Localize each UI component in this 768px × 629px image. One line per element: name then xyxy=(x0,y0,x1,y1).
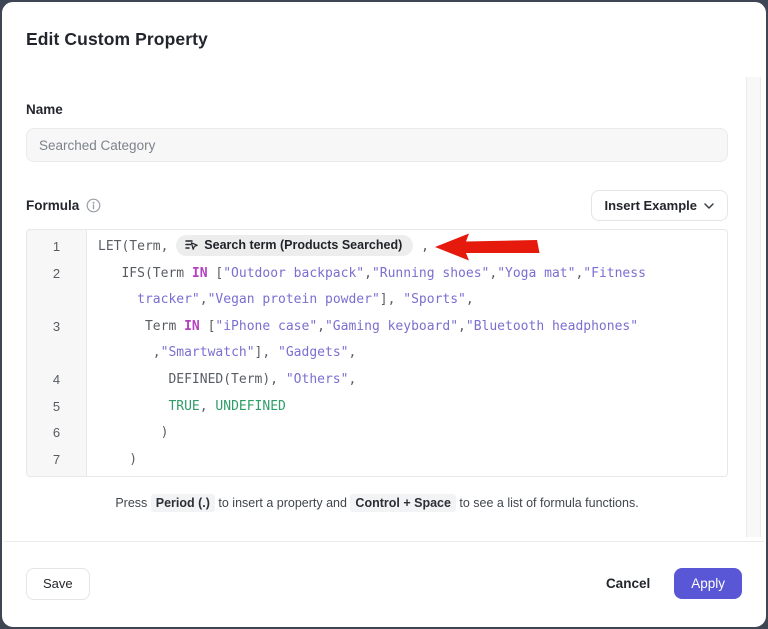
code-segment: tracker" xyxy=(137,292,200,307)
code-segment: "Fitness xyxy=(583,266,646,281)
code-segment: "Vegan protein powder" xyxy=(208,292,380,307)
code-segment xyxy=(98,399,168,414)
kbd-period: Period (.) xyxy=(151,494,215,512)
code-line[interactable]: DEFINED(Term), "Others", xyxy=(86,367,356,394)
code-line[interactable]: Term IN ["iPhone case","Gaming keyboard"… xyxy=(86,314,638,341)
code-segment: ) xyxy=(98,425,168,440)
code-segment: ], xyxy=(255,345,278,360)
code-segment: "Smartwatch" xyxy=(161,345,255,360)
code-segment: , xyxy=(98,345,161,360)
hint-text: Press xyxy=(115,496,150,510)
code-segment: "Others" xyxy=(286,372,349,387)
code-segment: "Outdoor backpack" xyxy=(223,266,364,281)
code-segment: [ xyxy=(208,266,224,281)
formula-label: Formula xyxy=(26,198,79,213)
save-button[interactable]: Save xyxy=(26,568,90,600)
name-label: Name xyxy=(26,102,728,118)
code-segment: ) xyxy=(98,452,137,467)
insert-example-label: Insert Example xyxy=(605,198,698,213)
code-row: ,"Smartwatch"], "Gadgets", xyxy=(27,340,727,367)
dialog-footer: Save Cancel Apply xyxy=(4,541,764,625)
hint-text: to insert a property and xyxy=(215,496,351,510)
line-number: 7 xyxy=(27,447,86,474)
code-segment: , xyxy=(200,292,208,307)
code-segment: "Running shoes" xyxy=(372,266,489,281)
name-input[interactable] xyxy=(26,128,728,162)
editor-hint: Press Period (.) to insert a property an… xyxy=(26,493,728,513)
code-segment: ], xyxy=(380,292,403,307)
code-segment: IN xyxy=(184,319,200,334)
code-segment: DEFINED(Term), xyxy=(98,372,286,387)
dialog-title: Edit Custom Property xyxy=(26,28,728,50)
code-segment: "Sports" xyxy=(403,292,466,307)
code-segment: , xyxy=(364,266,372,281)
code-segment: , xyxy=(413,239,429,254)
chevron-down-icon xyxy=(704,203,714,209)
cancel-button[interactable]: Cancel xyxy=(602,568,654,600)
code-segment: [ xyxy=(200,319,216,334)
code-line[interactable]: LET(Term, Search term (Products Searched… xyxy=(86,234,429,261)
code-line[interactable]: ) xyxy=(86,447,137,474)
code-segment: "Yoga mat" xyxy=(497,266,575,281)
code-row: 3 Term IN ["iPhone case","Gaming keyboar… xyxy=(27,314,727,341)
insert-example-button[interactable]: Insert Example xyxy=(591,190,729,221)
line-number: 2 xyxy=(27,261,86,288)
code-segment: , xyxy=(466,292,474,307)
code-segment: , xyxy=(458,319,466,334)
code-segment: , xyxy=(200,399,216,414)
code-segment: IFS(Term xyxy=(98,266,192,281)
property-token-label: Search term (Products Searched) xyxy=(204,238,402,253)
code-segment xyxy=(98,292,137,307)
scrollbar[interactable] xyxy=(746,77,761,537)
code-segment: UNDEFINED xyxy=(215,399,285,414)
apply-button[interactable]: Apply xyxy=(674,568,742,599)
line-number xyxy=(27,287,86,314)
kbd-control-space: Control + Space xyxy=(350,494,456,512)
property-cursor-icon xyxy=(185,239,198,251)
code-line[interactable]: tracker","Vegan protein powder"], "Sport… xyxy=(86,287,474,314)
code-segment: "Bluetooth headphones" xyxy=(466,319,638,334)
code-row: 4 DEFINED(Term), "Others", xyxy=(27,367,727,394)
line-number xyxy=(27,340,86,367)
code-row: 6 ) xyxy=(27,420,727,447)
code-line[interactable]: IFS(Term IN ["Outdoor backpack","Running… xyxy=(86,261,646,288)
code-segment: , xyxy=(489,266,497,281)
info-circle-icon[interactable] xyxy=(86,198,101,213)
code-line[interactable]: ,"Smartwatch"], "Gadgets", xyxy=(86,340,356,367)
hint-text: to see a list of formula functions. xyxy=(456,496,639,510)
line-number: 3 xyxy=(27,314,86,341)
line-number: 1 xyxy=(27,234,86,261)
code-segment: TRUE xyxy=(168,399,199,414)
line-number: 5 xyxy=(27,394,86,421)
code-segment: "Gadgets" xyxy=(278,345,348,360)
code-segment: LET(Term, xyxy=(98,239,176,254)
code-row: 1LET(Term, Search term (Products Searche… xyxy=(27,234,727,261)
code-row: tracker","Vegan protein powder"], "Sport… xyxy=(27,287,727,314)
formula-editor[interactable]: 1LET(Term, Search term (Products Searche… xyxy=(26,229,728,477)
code-line[interactable]: ) xyxy=(86,420,168,447)
edit-custom-property-dialog: Edit Custom Property Name Formula Insert… xyxy=(0,0,768,629)
code-segment: , xyxy=(348,372,356,387)
code-segment: "Gaming keyboard" xyxy=(325,319,458,334)
code-segment: IN xyxy=(192,266,208,281)
code-row: 2 IFS(Term IN ["Outdoor backpack","Runni… xyxy=(27,261,727,288)
code-row: 5 TRUE, UNDEFINED xyxy=(27,394,727,421)
line-number: 6 xyxy=(27,420,86,447)
formula-editor-rows: 1LET(Term, Search term (Products Searche… xyxy=(27,234,727,473)
line-number: 4 xyxy=(27,367,86,394)
code-segment: , xyxy=(348,345,356,360)
code-segment: , xyxy=(317,319,325,334)
code-segment: "iPhone case" xyxy=(215,319,317,334)
code-line[interactable]: TRUE, UNDEFINED xyxy=(86,394,286,421)
property-token-chip[interactable]: Search term (Products Searched) xyxy=(176,235,413,256)
code-row: 7 ) xyxy=(27,447,727,474)
code-segment: Term xyxy=(98,319,184,334)
